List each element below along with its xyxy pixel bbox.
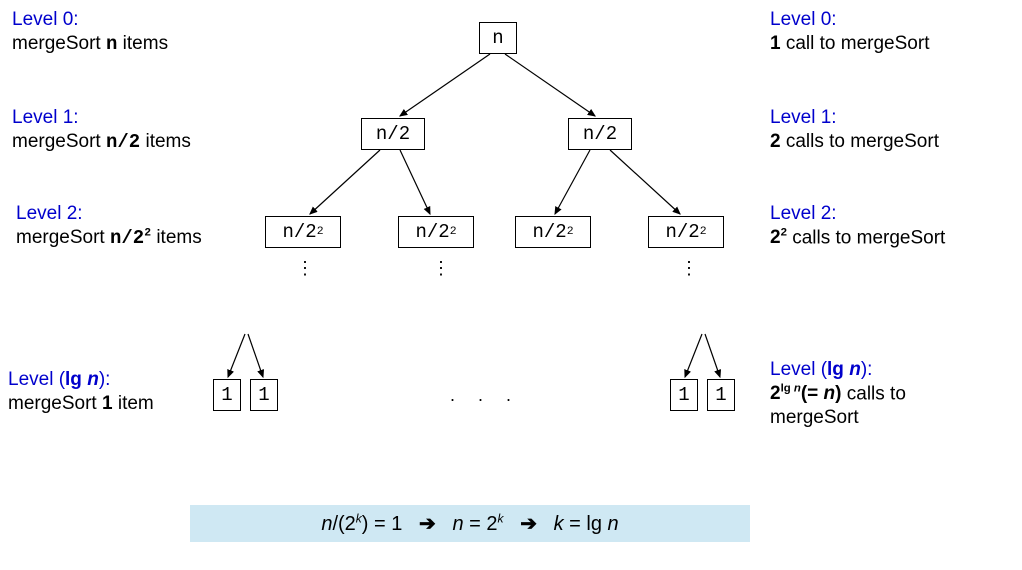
right-levelk-expr: 2lg n(= n) xyxy=(770,383,841,404)
right-level1-num: 2 xyxy=(770,131,781,152)
vdots-3: ⋮ xyxy=(680,258,698,279)
tree-node-leaf-3: 1 xyxy=(670,379,698,411)
right-levelk-title: Level (lg n): xyxy=(770,359,872,380)
left-level2-post: items xyxy=(151,227,202,248)
vdots-1: ⋮ xyxy=(296,258,314,279)
tree-node-leaf-1: 1 xyxy=(213,379,241,411)
left-level2: Level 2: mergeSort n/22 items xyxy=(16,202,202,251)
right-level0-post: call to mergeSort xyxy=(781,33,930,54)
tree-node-l2-2: n/22 xyxy=(398,216,474,248)
left-levelk-post: item xyxy=(113,393,154,414)
right-level0-title: Level 0: xyxy=(770,9,837,30)
left-level0-pre: mergeSort xyxy=(12,33,106,54)
right-level1-title: Level 1: xyxy=(770,107,837,128)
left-level1-title: Level 1: xyxy=(12,107,79,128)
left-levelk-title: Level (lg n): xyxy=(8,369,110,390)
right-level1-post: calls to mergeSort xyxy=(781,131,939,152)
right-level2-post: calls to mergeSort xyxy=(787,227,945,248)
left-levelk-num: 1 xyxy=(102,393,113,414)
left-levelk: Level (lg n): mergeSort 1 item xyxy=(8,368,154,416)
left-level0: Level 0: mergeSort n items xyxy=(12,8,168,57)
vdots-2: ⋮ xyxy=(432,258,450,279)
left-level2-title: Level 2: xyxy=(16,203,83,224)
left-level1-pre: mergeSort xyxy=(12,131,106,152)
right-level1: Level 1: 2 calls to mergeSort xyxy=(770,106,939,154)
formula-box: n/(2k) = 1 ➔ n = 2k ➔ k = lg n xyxy=(190,505,750,542)
right-levelk: Level (lg n): 2lg n(= n) calls to mergeS… xyxy=(770,358,906,430)
tree-node-leaf-4: 1 xyxy=(707,379,735,411)
left-level1: Level 1: mergeSort n/2 items xyxy=(12,106,191,155)
hdots: . . . xyxy=(450,385,513,406)
tree-edges xyxy=(0,0,1022,570)
right-level2-title: Level 2: xyxy=(770,203,837,224)
left-level2-code: n/22 xyxy=(110,227,151,249)
left-level2-pre: mergeSort xyxy=(16,227,110,248)
right-level2-num: 22 xyxy=(770,227,787,248)
tree-node-root: n xyxy=(479,22,517,54)
tree-node-l2-3: n/22 xyxy=(515,216,591,248)
right-levelk-post: calls to xyxy=(841,383,905,404)
right-level0: Level 0: 1 call to mergeSort xyxy=(770,8,929,56)
right-level2: Level 2: 22 calls to mergeSort xyxy=(770,202,945,250)
tree-node-l1-right: n/2 xyxy=(568,118,632,150)
tree-node-l2-1: n/22 xyxy=(265,216,341,248)
left-level0-title: Level 0: xyxy=(12,9,79,30)
right-levelk-line2: mergeSort xyxy=(770,407,859,428)
left-level1-post: items xyxy=(140,131,191,152)
tree-node-leaf-2: 1 xyxy=(250,379,278,411)
left-levelk-pre: mergeSort xyxy=(8,393,102,414)
tree-node-l1-left: n/2 xyxy=(361,118,425,150)
left-level0-code: n xyxy=(106,33,117,55)
right-level0-num: 1 xyxy=(770,33,781,54)
left-level1-code: n/2 xyxy=(106,131,140,153)
left-level0-post: items xyxy=(117,33,168,54)
tree-node-l2-4: n/22 xyxy=(648,216,724,248)
